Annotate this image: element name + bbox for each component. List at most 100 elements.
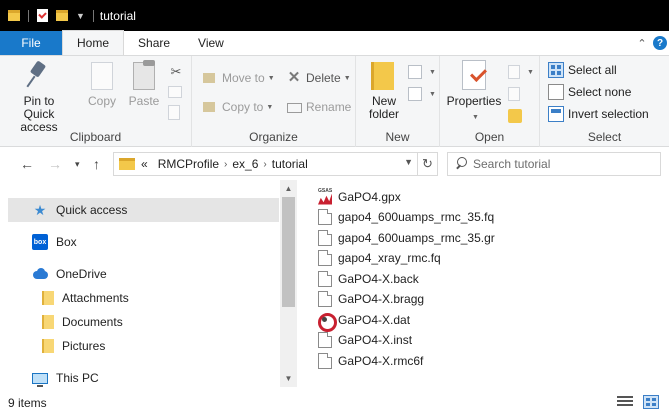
list-item[interactable]: GaPO4-X.rmc6f xyxy=(312,351,669,371)
copy-icon xyxy=(91,62,113,90)
title-bar: ▼ tutorial xyxy=(0,0,669,31)
folder-icon xyxy=(119,158,135,170)
list-item[interactable]: GaPO4-X.back xyxy=(312,269,669,289)
scroll-thumb[interactable] xyxy=(282,197,295,307)
pin-icon xyxy=(23,60,55,92)
list-item[interactable]: GaPO4.gpx xyxy=(312,187,669,207)
quick-access-toolbar: ▼ xyxy=(4,9,98,22)
list-item[interactable]: gapo4_600uamps_rmc_35.fq xyxy=(312,207,669,227)
rename-button[interactable]: Rename xyxy=(286,97,351,117)
star-icon: ★ xyxy=(33,202,47,218)
select-all-icon xyxy=(548,62,564,78)
chevron-right-icon[interactable]: › xyxy=(263,159,266,170)
list-item[interactable]: GaPO4-X.bragg xyxy=(312,289,669,309)
nav-item-documents[interactable]: Documents xyxy=(8,310,279,334)
list-item[interactable]: GaPO4-X.inst xyxy=(312,330,669,350)
separator xyxy=(28,9,29,22)
gsas-icon xyxy=(318,188,332,205)
tab-share[interactable]: Share xyxy=(124,31,184,55)
help-icon[interactable]: ? xyxy=(653,36,667,50)
refresh-icon[interactable]: ↻ xyxy=(417,153,437,175)
new-folder-icon xyxy=(368,60,400,92)
open-group: Properties ▼ ▼ Open xyxy=(440,56,540,147)
group-label: New xyxy=(385,130,410,144)
nav-scrollbar[interactable]: ▲ ▼ xyxy=(280,180,297,387)
pin-to-quick-access-button[interactable]: Pin to Quick access xyxy=(8,60,70,134)
open-button[interactable]: ▼ xyxy=(508,62,534,82)
address-row: ← → ▾ ↑ « RMCProfile › ex_6 › tutorial ▼… xyxy=(0,148,669,180)
forward-arrow-icon[interactable]: → xyxy=(48,156,62,172)
new-folder-icon[interactable] xyxy=(56,10,68,21)
breadcrumb-rmcprofile[interactable]: RMCProfile xyxy=(158,157,219,171)
select-none-icon xyxy=(548,84,564,100)
group-label: Organize xyxy=(249,130,298,144)
properties-icon[interactable] xyxy=(37,9,48,22)
nav-item-attachments[interactable]: Attachments xyxy=(8,286,279,310)
paste-shortcut-button[interactable] xyxy=(168,102,184,122)
nav-item-pictures[interactable]: Pictures xyxy=(8,334,279,358)
easy-access-icon xyxy=(408,87,422,101)
list-item[interactable]: gapo4_600uamps_rmc_35.gr xyxy=(312,228,669,248)
large-icons-view-icon[interactable] xyxy=(643,395,659,409)
delete-icon: ✕ xyxy=(287,69,301,86)
copy-path-button[interactable] xyxy=(168,82,186,102)
folder-icon xyxy=(42,339,54,353)
item-count: 9 items xyxy=(8,395,47,410)
document-icon xyxy=(318,332,332,348)
list-item[interactable]: gapo4_xray_rmc.fq xyxy=(312,248,669,268)
copy-button[interactable]: Copy xyxy=(82,60,122,108)
breadcrumb-tutorial[interactable]: tutorial xyxy=(272,157,308,171)
history-button[interactable] xyxy=(508,106,526,126)
recent-locations-icon[interactable]: ▾ xyxy=(75,159,80,170)
tab-view[interactable]: View xyxy=(184,31,238,55)
clipboard-group: Pin to Quick access Copy Paste ✂ Clipboa… xyxy=(0,56,192,147)
move-icon xyxy=(202,70,218,86)
nav-item-box[interactable]: box Box xyxy=(8,230,279,254)
copy-to-button[interactable]: Copy to ▼ xyxy=(202,97,273,117)
customize-dropdown-icon[interactable]: ▼ xyxy=(76,11,85,21)
tab-file[interactable]: File xyxy=(0,31,62,55)
cloud-icon xyxy=(32,266,48,282)
edit-icon xyxy=(508,87,520,101)
nav-item-quick-access[interactable]: ★ Quick access xyxy=(8,198,279,222)
edit-button[interactable] xyxy=(508,84,524,104)
open-icon xyxy=(508,65,520,79)
minimize-ribbon-icon[interactable]: ⌃ xyxy=(633,31,651,55)
nav-item-this-pc[interactable]: This PC xyxy=(8,366,279,387)
folder-icon[interactable] xyxy=(8,10,20,21)
tab-home[interactable]: Home xyxy=(62,30,125,55)
history-icon xyxy=(508,109,522,123)
chevron-right-icon[interactable]: › xyxy=(224,159,227,170)
delete-button[interactable]: ✕ Delete ▼ xyxy=(286,68,351,88)
up-arrow-icon[interactable]: ↑ xyxy=(93,156,100,172)
address-bar[interactable]: « RMCProfile › ex_6 › tutorial ▼ ↻ xyxy=(113,152,438,176)
separator xyxy=(92,9,94,22)
cut-button[interactable]: ✂ xyxy=(168,62,188,82)
move-to-button[interactable]: Move to ▼ xyxy=(202,68,275,88)
folder-icon xyxy=(42,291,54,305)
scroll-up-icon[interactable]: ▲ xyxy=(280,180,297,197)
address-dropdown-icon[interactable]: ▼ xyxy=(404,157,413,167)
scroll-down-icon[interactable]: ▼ xyxy=(280,370,297,387)
status-bar: 9 items xyxy=(0,387,669,418)
invert-selection-button[interactable]: Invert selection xyxy=(548,104,649,124)
properties-button[interactable]: Properties ▼ xyxy=(446,60,502,124)
select-all-button[interactable]: Select all xyxy=(548,60,617,80)
breadcrumb-ex6[interactable]: ex_6 xyxy=(232,157,258,171)
easy-access-button[interactable]: ▼ xyxy=(408,84,436,104)
document-icon xyxy=(318,209,332,225)
new-item-button[interactable]: ▼ xyxy=(408,62,436,82)
window-title: tutorial xyxy=(99,8,136,23)
select-none-button[interactable]: Select none xyxy=(548,82,631,102)
search-input[interactable]: Search tutorial xyxy=(447,152,661,176)
details-view-icon[interactable] xyxy=(617,395,633,409)
search-placeholder: Search tutorial xyxy=(473,157,551,171)
nav-item-onedrive[interactable]: OneDrive xyxy=(8,262,279,286)
new-group: New folder ▼ ▼ New xyxy=(356,56,440,147)
document-icon xyxy=(318,352,332,369)
paste-button[interactable]: Paste xyxy=(124,60,164,108)
list-item[interactable]: GaPO4-X.dat xyxy=(312,310,669,332)
breadcrumb-overflow[interactable]: « xyxy=(141,157,148,171)
new-folder-button[interactable]: New folder xyxy=(362,60,406,121)
back-arrow-icon[interactable]: ← xyxy=(20,156,34,172)
